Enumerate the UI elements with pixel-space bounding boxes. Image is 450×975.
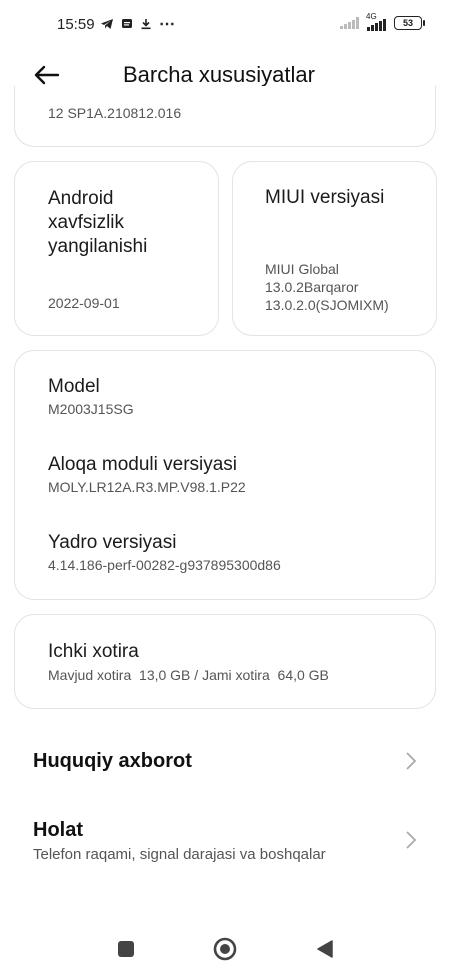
storage-label: Ichki xotira <box>48 641 139 662</box>
miui-version-card[interactable]: MIUI versiyasi MIUI Global 13.0.2Barqaro… <box>232 161 437 336</box>
page-title: Barcha xususiyatlar <box>123 62 315 87</box>
storage-card[interactable]: Ichki xotira Mavjud xotira 13,0 GB / Jam… <box>14 614 436 709</box>
kernel-label: Yadro versiyasi <box>48 532 177 553</box>
recents-button[interactable] <box>113 936 139 962</box>
status-system-icons: 4G 53 <box>340 12 425 31</box>
navigation-bar <box>0 930 450 970</box>
status-row[interactable]: Holat Telefon raqami, signal darajasi va… <box>0 805 450 875</box>
more-notifications-icon: ⋯ <box>159 16 175 33</box>
status-notification-icons: ⋯ <box>100 14 175 34</box>
storage-value: Mavjud xotira 13,0 GB / Jami xotira 64,0… <box>48 667 329 683</box>
status-time: 15:59 <box>57 16 95 33</box>
nav-back-button[interactable] <box>312 936 338 962</box>
status-subtitle: Telefon raqami, signal darajasi va boshq… <box>33 846 326 863</box>
model-label: Model <box>48 376 100 397</box>
baseband-label: Aloqa moduli versiyasi <box>48 454 238 475</box>
model-value: M2003J15SG <box>48 401 134 417</box>
triangle-back-icon <box>317 940 333 958</box>
circle-icon <box>213 937 237 961</box>
android-version-value: 12 SP1A.210812.016 <box>48 105 182 121</box>
legal-info-title: Huquqiy axborot <box>33 750 192 772</box>
square-icon <box>118 941 134 957</box>
telegram-icon <box>101 19 113 29</box>
android-version-card[interactable]: 12 SP1A.210812.016 <box>14 86 436 147</box>
baseband-item[interactable]: Aloqa moduli versiyasi MOLY.LR12A.R3.MP.… <box>48 454 418 495</box>
message-icon <box>122 19 132 28</box>
miui-version-value: MIUI Global 13.0.2Barqaror 13.0.2.0(SJOM… <box>265 261 389 313</box>
security-patch-card[interactable]: Android xavfsizlik yangilanishi 2022-09-… <box>14 161 219 336</box>
kernel-value: 4.14.186-perf-00282-g937895300d86 <box>48 557 281 573</box>
legal-info-row[interactable]: Huquqiy axborot <box>0 730 450 790</box>
signal-4g-icon: 4G <box>366 12 388 31</box>
baseband-value: MOLY.LR12A.R3.MP.V98.1.P22 <box>48 479 246 495</box>
download-icon <box>141 19 151 30</box>
battery-icon: 53 <box>394 16 425 30</box>
signal-icon-1 <box>340 17 359 29</box>
kernel-item[interactable]: Yadro versiyasi 4.14.186-perf-00282-g937… <box>48 532 418 573</box>
chevron-right-icon <box>406 752 417 770</box>
home-button[interactable] <box>211 935 239 963</box>
status-title: Holat <box>33 819 83 841</box>
security-patch-value: 2022-09-01 <box>48 295 120 311</box>
arrow-left-icon <box>34 65 60 85</box>
device-info-card: Model M2003J15SG Aloqa moduli versiyasi … <box>14 350 436 600</box>
chevron-right-icon <box>406 831 417 849</box>
security-patch-label: Android xavfsizlik yangilanishi <box>48 188 148 257</box>
miui-version-label: MIUI versiyasi <box>265 187 385 208</box>
model-item[interactable]: Model M2003J15SG <box>48 376 418 417</box>
